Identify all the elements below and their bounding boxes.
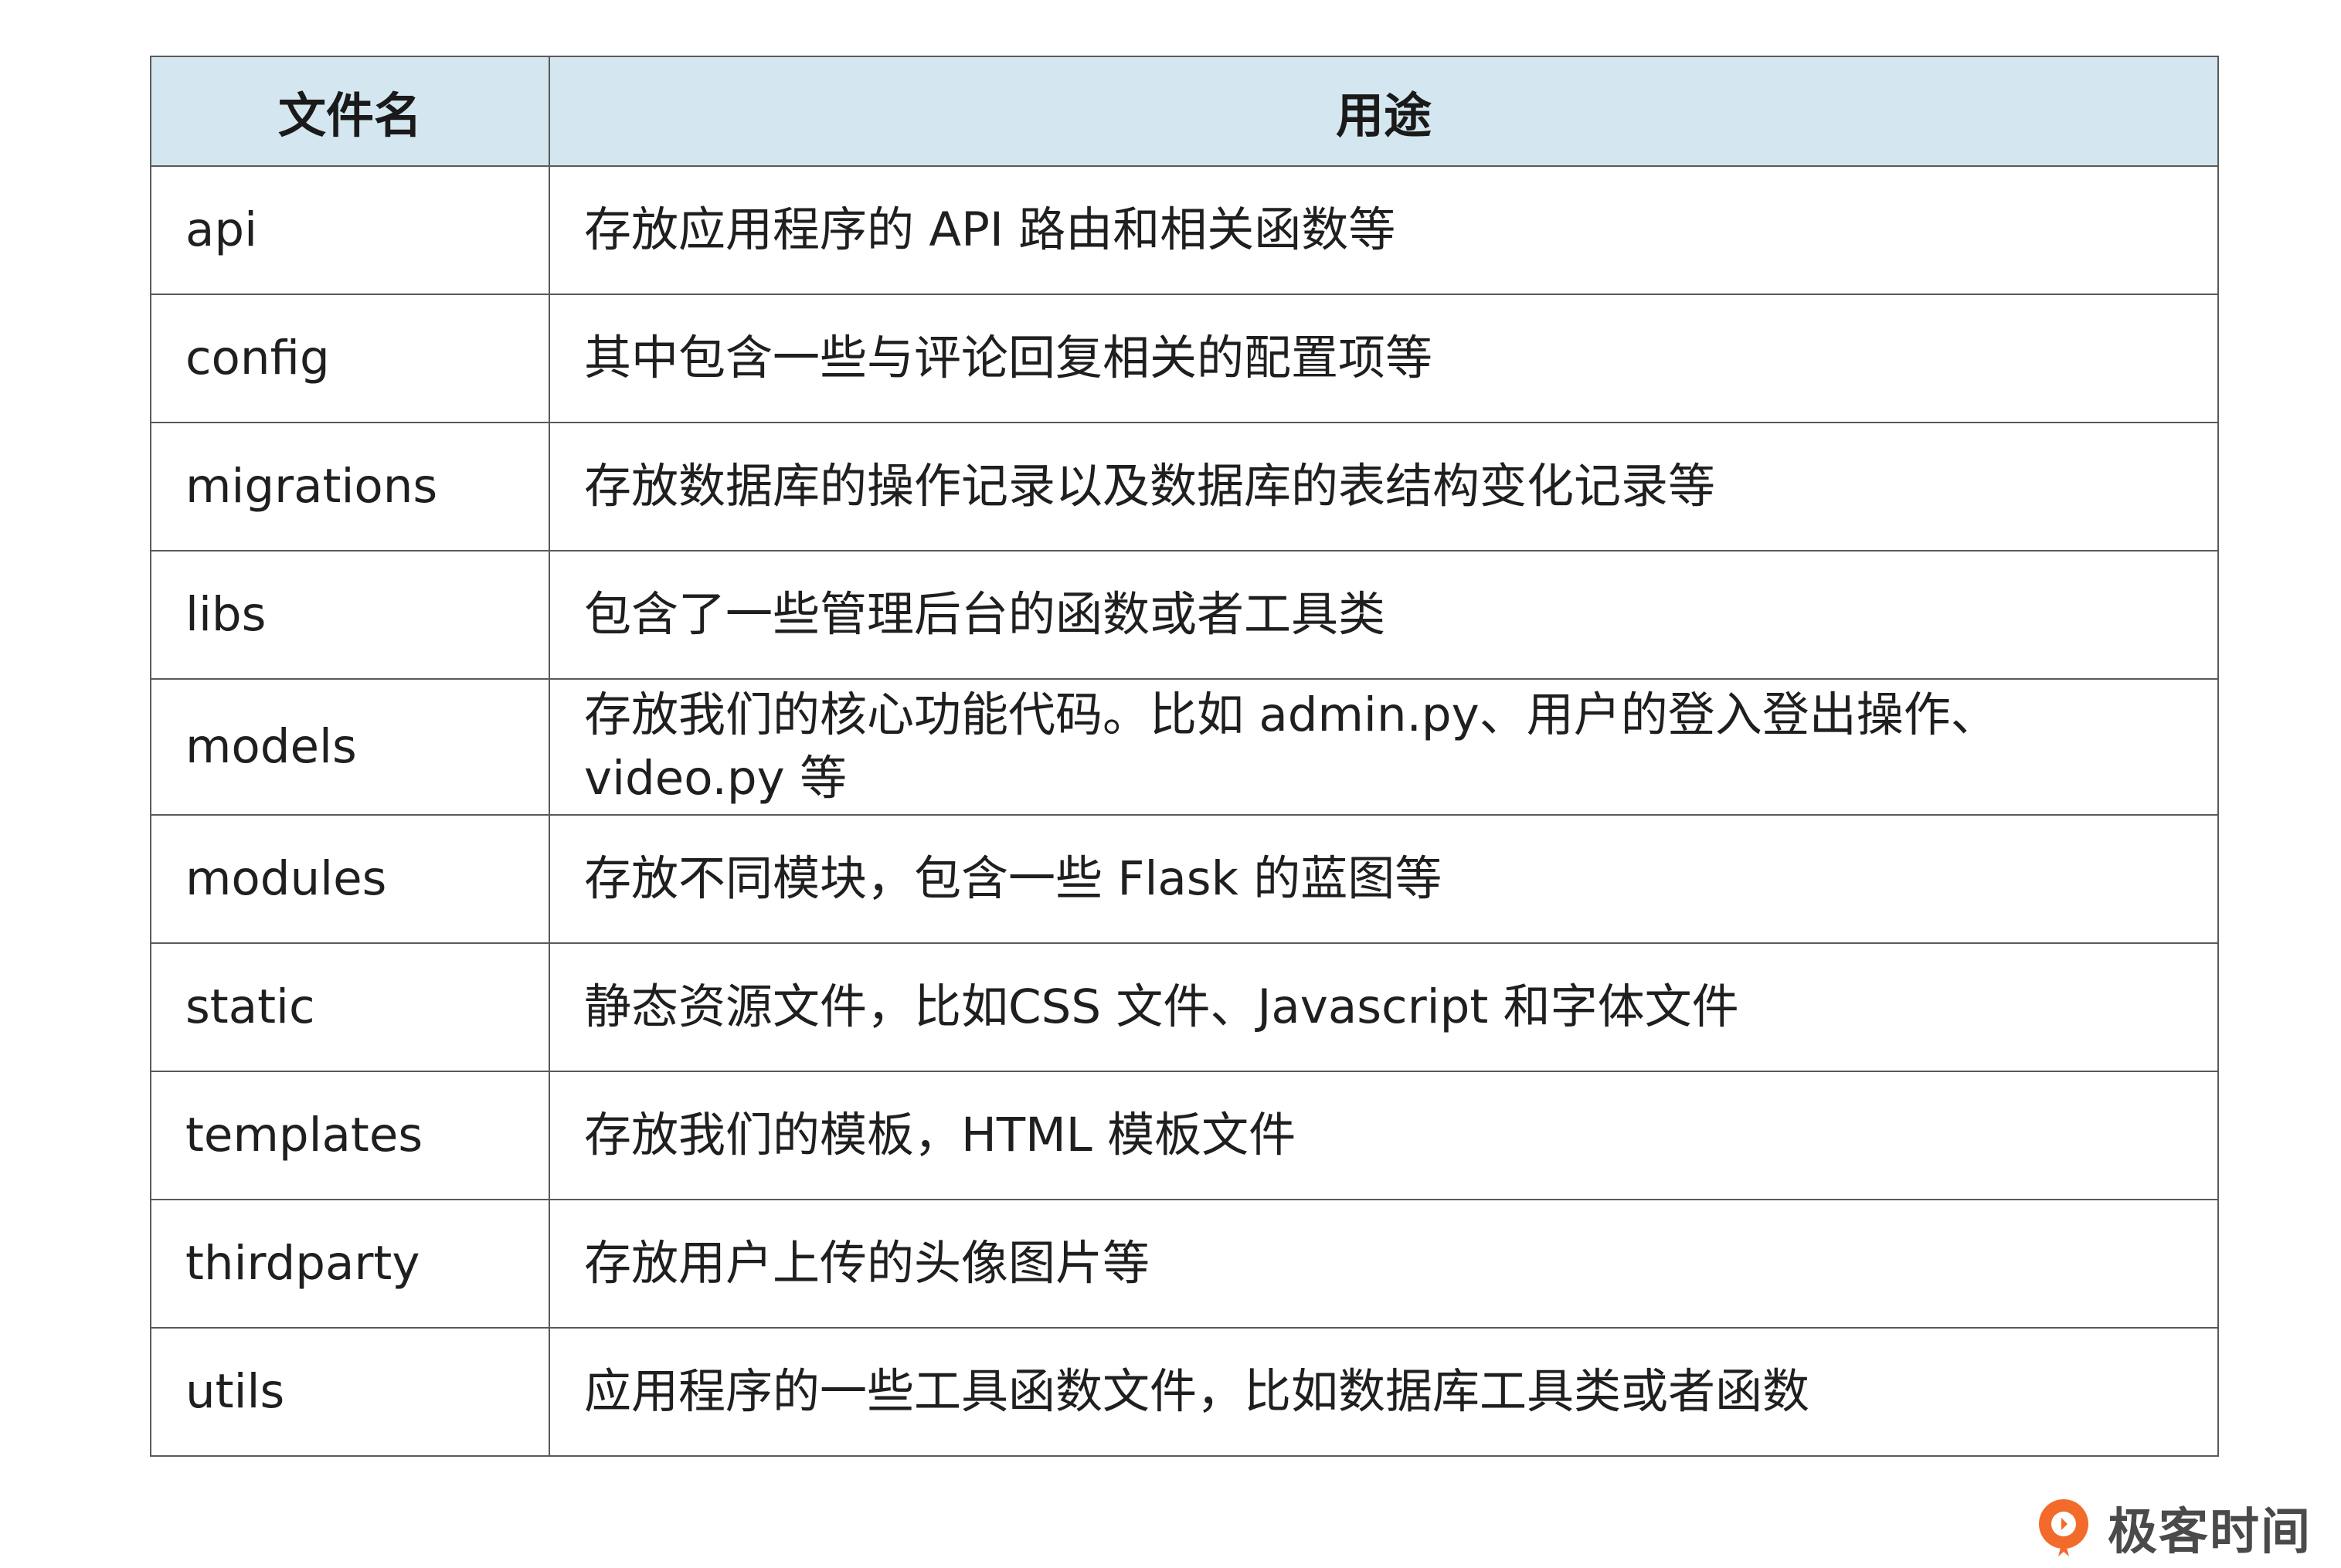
table-row: templates 存放我们的模板，HTML 模板文件 <box>150 1071 2219 1200</box>
row-name: utils <box>150 1327 550 1457</box>
table-row: models 存放我们的核心功能代码。比如 admin.py、用户的登入登出操作… <box>150 678 2219 816</box>
table-row: migrations 存放数据库的操作记录以及数据库的表结构变化记录等 <box>150 422 2219 552</box>
table-row: config 其中包含一些与评论回复相关的配置项等 <box>150 294 2219 423</box>
table-row: thirdparty 存放用户上传的头像图片等 <box>150 1199 2219 1329</box>
brand-watermark: 极客时间 <box>2030 1492 2312 1563</box>
row-name: config <box>150 294 550 423</box>
table-row: libs 包含了一些管理后台的函数或者工具类 <box>150 550 2219 680</box>
row-name: templates <box>150 1071 550 1200</box>
header-filename: 文件名 <box>150 56 550 167</box>
table-header-row: 文件名 用途 <box>150 56 2219 167</box>
table-row: static 静态资源文件，比如CSS 文件、Javascript 和字体文件 <box>150 942 2219 1072</box>
row-purpose: 应用程序的一些工具函数文件，比如数据库工具类或者函数 <box>549 1327 2219 1457</box>
row-name: thirdparty <box>150 1199 550 1329</box>
row-name: api <box>150 165 550 295</box>
row-name: static <box>150 942 550 1072</box>
header-purpose: 用途 <box>549 56 2219 167</box>
row-purpose: 其中包含一些与评论回复相关的配置项等 <box>549 294 2219 423</box>
row-purpose: 包含了一些管理后台的函数或者工具类 <box>549 550 2219 680</box>
row-purpose: 存放应用程序的 API 路由和相关函数等 <box>549 165 2219 295</box>
row-purpose: 存放用户上传的头像图片等 <box>549 1199 2219 1329</box>
row-purpose: 存放我们的核心功能代码。比如 admin.py、用户的登入登出操作、video.… <box>549 678 2219 816</box>
row-purpose: 静态资源文件，比如CSS 文件、Javascript 和字体文件 <box>549 942 2219 1072</box>
table-row: utils 应用程序的一些工具函数文件，比如数据库工具类或者函数 <box>150 1327 2219 1457</box>
row-purpose: 存放我们的模板，HTML 模板文件 <box>549 1071 2219 1200</box>
table-row: api 存放应用程序的 API 路由和相关函数等 <box>150 165 2219 295</box>
row-name: modules <box>150 814 550 944</box>
row-name: migrations <box>150 422 550 552</box>
row-purpose: 存放不同模块，包含一些 Flask 的蓝图等 <box>549 814 2219 944</box>
row-purpose: 存放数据库的操作记录以及数据库的表结构变化记录等 <box>549 422 2219 552</box>
geektime-logo-icon <box>2030 1495 2097 1561</box>
table-row: modules 存放不同模块，包含一些 Flask 的蓝图等 <box>150 814 2219 944</box>
file-purpose-table-container: 文件名 用途 api 存放应用程序的 API 路由和相关函数等 config 其… <box>150 56 2219 1457</box>
file-purpose-table: 文件名 用途 api 存放应用程序的 API 路由和相关函数等 config 其… <box>150 56 2219 1457</box>
row-name: libs <box>150 550 550 680</box>
brand-name: 极客时间 <box>2108 1504 2312 1561</box>
row-name: models <box>150 678 550 816</box>
